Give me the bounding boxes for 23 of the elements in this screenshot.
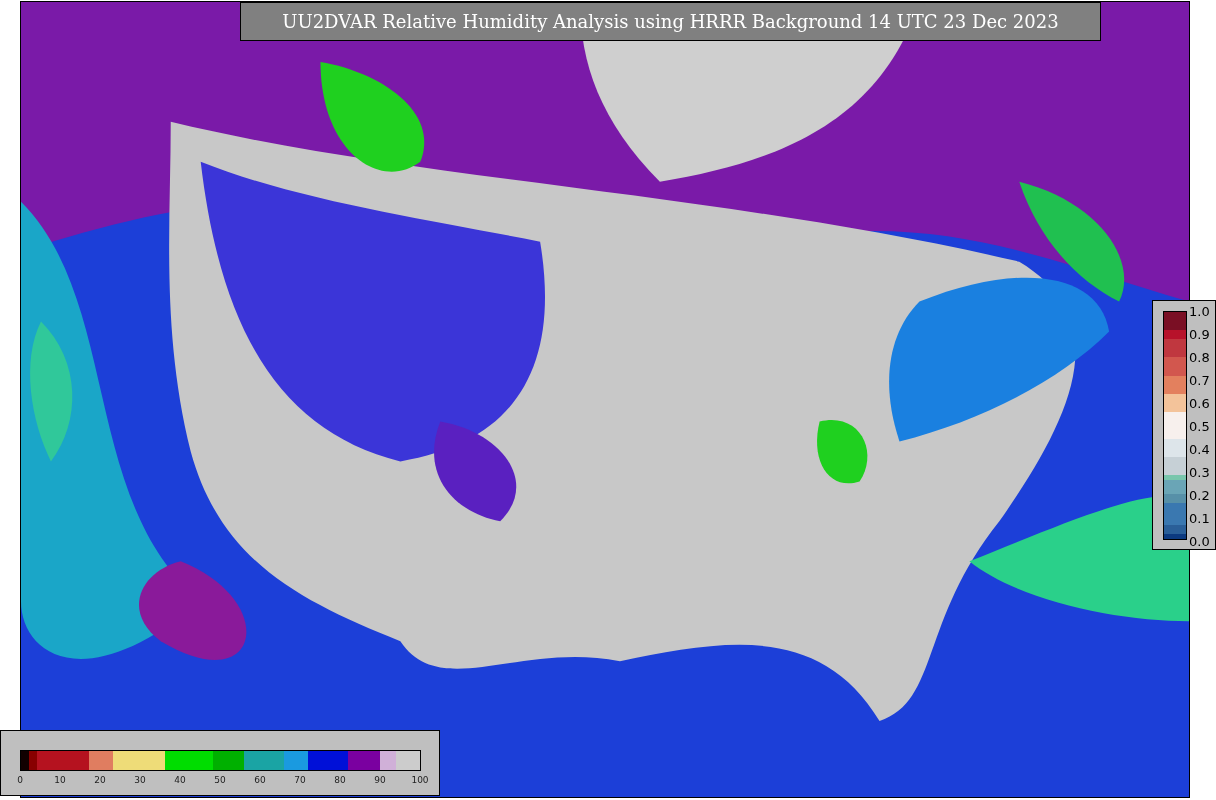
tick-label: 40 [173, 775, 187, 785]
tick-label: 0.9 [1189, 326, 1210, 344]
tick-label: 70 [293, 775, 307, 785]
tick-label: 0.4 [1189, 441, 1210, 459]
tick-label: 100 [410, 775, 430, 785]
tick-label: 0.6 [1189, 395, 1210, 413]
tick-label: 10 [53, 775, 67, 785]
tick-label: 20 [93, 775, 107, 785]
tick-label: 1.0 [1189, 303, 1210, 321]
tick-label: 0.7 [1189, 372, 1210, 390]
tick-label: 50 [213, 775, 227, 785]
map-title: UU2DVAR Relative Humidity Analysis using HRRR Background 14 UTC 23 Dec 2023 [240, 2, 1101, 41]
tick-label: 60 [253, 775, 267, 785]
tick-label: 0.5 [1189, 418, 1210, 436]
tick-label: 0.8 [1189, 349, 1210, 367]
tick-label: 0.1 [1189, 510, 1210, 528]
tick-label: 0.3 [1189, 464, 1210, 482]
tick-label: 90 [373, 775, 387, 785]
tick-label: 80 [333, 775, 347, 785]
tick-label: 0.0 [1189, 533, 1210, 551]
tick-label: 0.2 [1189, 487, 1210, 505]
tick-label: 0 [16, 775, 24, 785]
tick-label: 30 [133, 775, 147, 785]
